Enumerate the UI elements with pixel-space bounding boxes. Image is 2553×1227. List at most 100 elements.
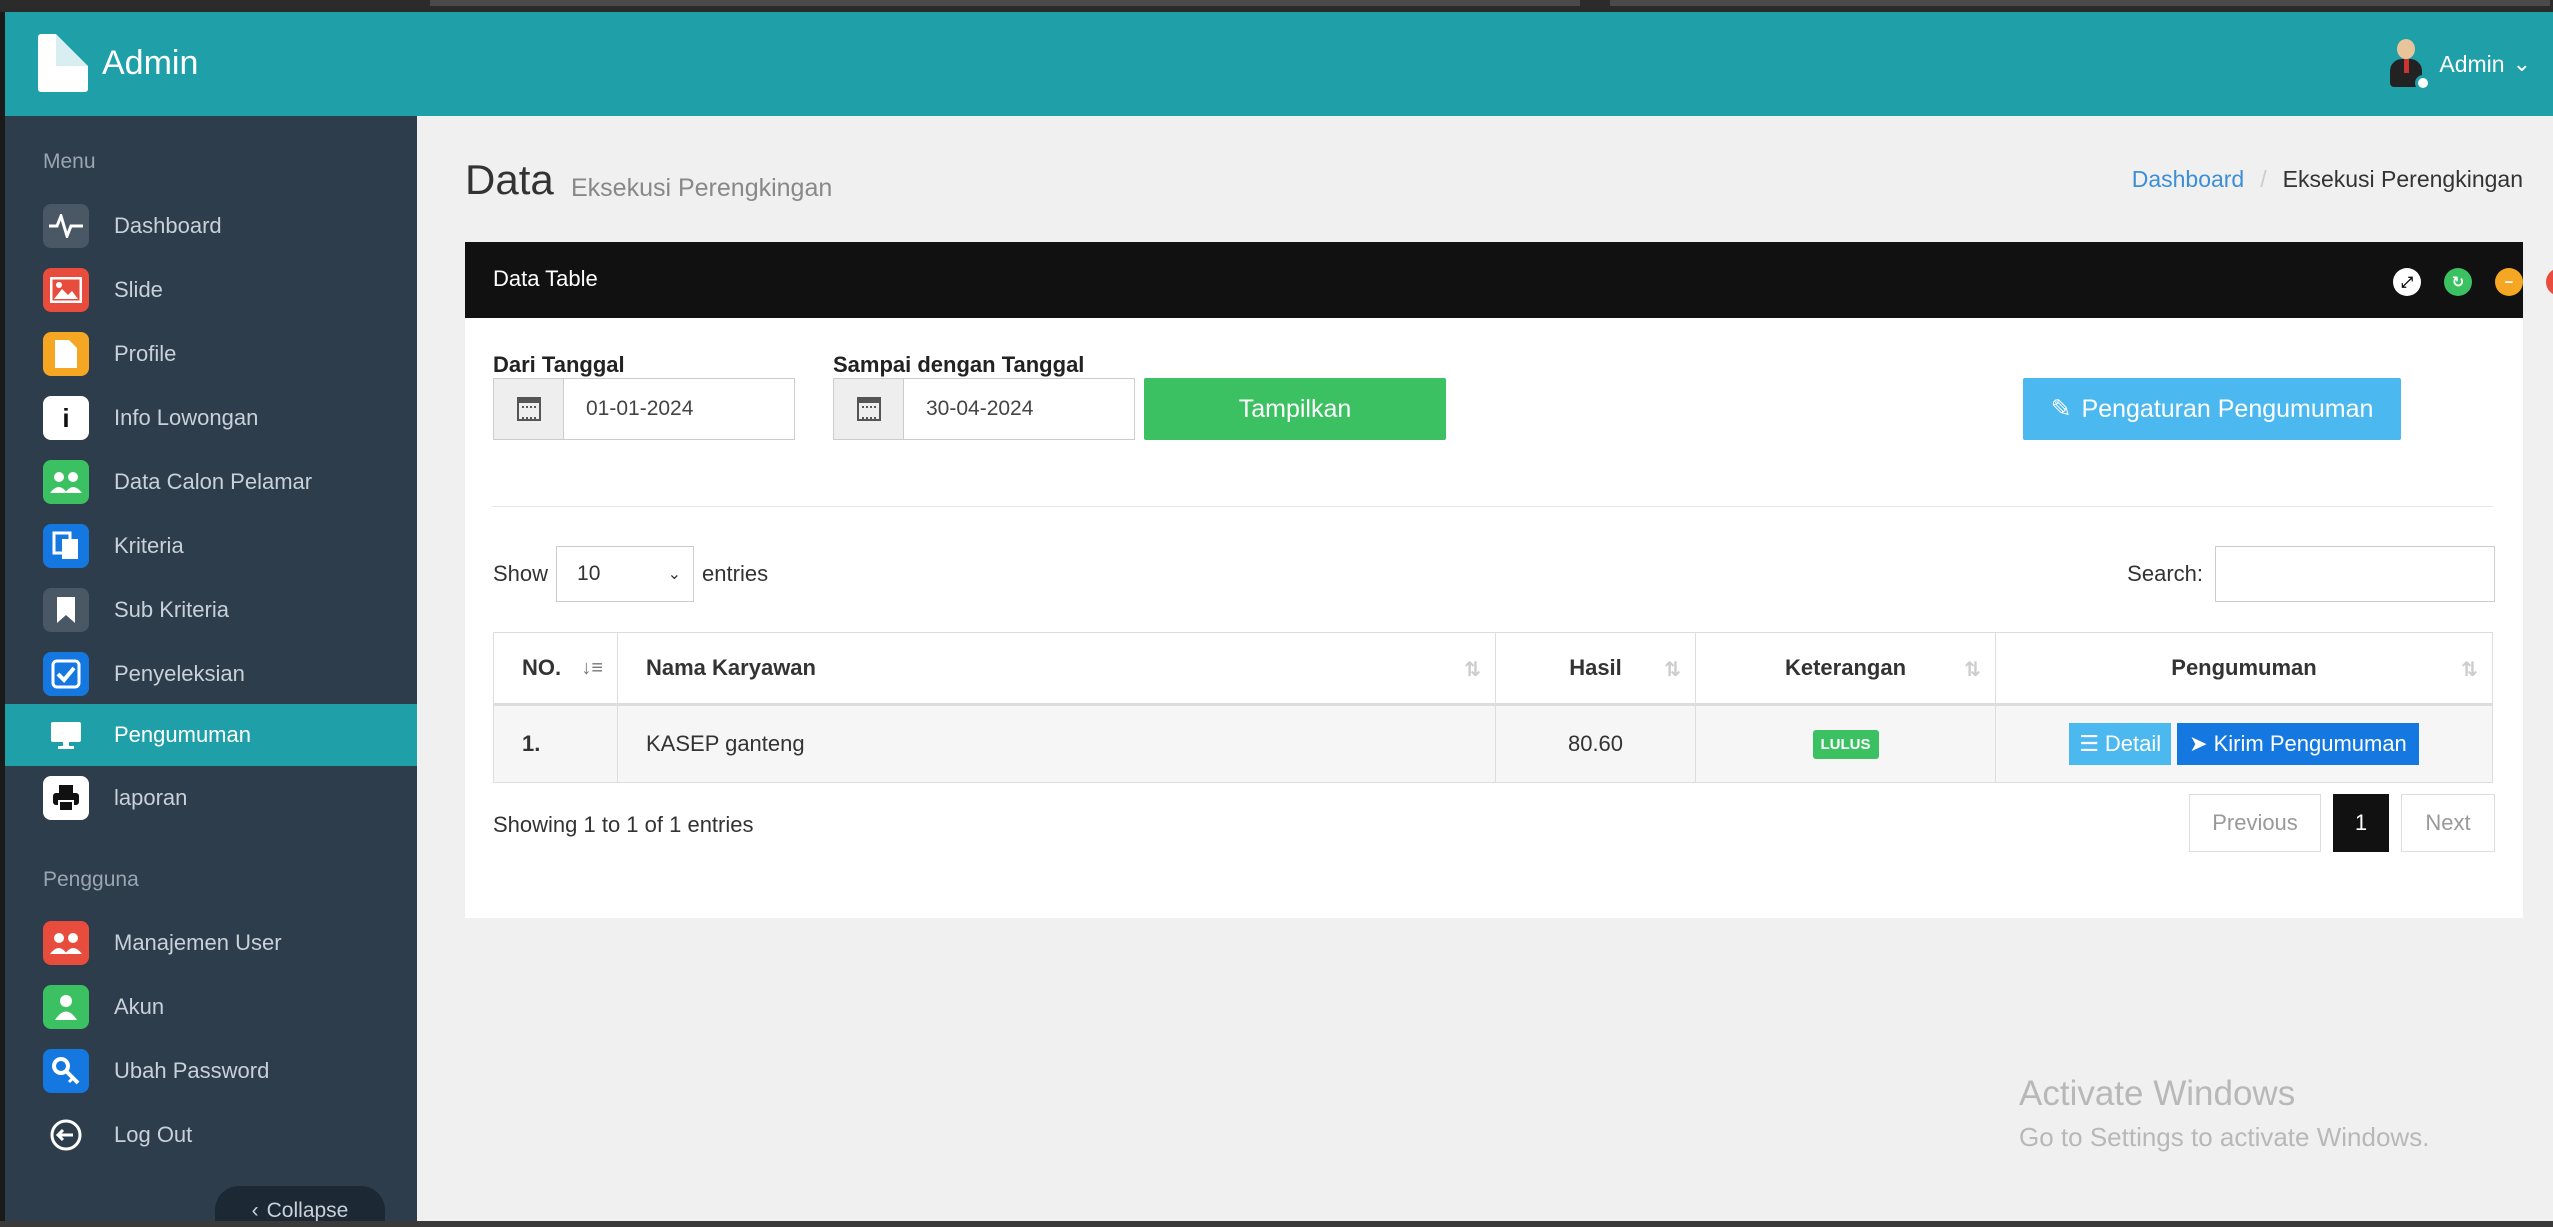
bottom-bar xyxy=(0,1221,2553,1227)
cell-keterangan: LULUS xyxy=(1695,704,1996,783)
chevron-down-icon: ⌄ xyxy=(2512,51,2531,76)
column-header-no[interactable]: NO. ↓≡ xyxy=(493,632,618,706)
logout-icon xyxy=(43,1113,89,1157)
sidebar-item-manajemen-user[interactable]: Manajemen User xyxy=(5,912,417,974)
reload-icon[interactable]: ↻ xyxy=(2444,268,2472,296)
sidebar-section-menu: Menu xyxy=(43,150,96,173)
pagination-next[interactable]: Next xyxy=(2401,794,2495,852)
search-label: Search: xyxy=(2127,561,2203,586)
data-table: NO. ↓≡ Nama Karyawan ⇅ Hasil ⇅ Keteranga… xyxy=(493,632,2493,783)
column-header-hasil[interactable]: Hasil ⇅ xyxy=(1495,632,1696,706)
tampilkan-button[interactable]: Tampilkan xyxy=(1144,378,1446,440)
panel-header: Data Table ⤢ ↻ − × xyxy=(465,242,2553,318)
brand[interactable]: Admin xyxy=(38,30,198,96)
to-date-group xyxy=(833,378,1135,440)
users-icon xyxy=(43,921,89,965)
to-date-input[interactable] xyxy=(903,378,1135,440)
pulse-icon xyxy=(43,204,89,248)
sidebar-item-profile[interactable]: Profile xyxy=(5,323,417,385)
breadcrumb-separator: / xyxy=(2260,166,2267,192)
sidebar-item-data-calon-pelamar[interactable]: Data Calon Pelamar xyxy=(5,451,417,513)
info-icon: i xyxy=(43,396,89,440)
sidebar-item-info-lowongan[interactable]: i Info Lowongan xyxy=(5,387,417,449)
user-name: Admin xyxy=(2439,50,2505,77)
column-header-nama[interactable]: Nama Karyawan ⇅ xyxy=(617,632,1496,706)
pagination-page-1[interactable]: 1 xyxy=(2333,794,2389,852)
key-icon xyxy=(43,1049,89,1093)
sidebar-item-dashboard[interactable]: Dashboard xyxy=(5,195,417,257)
entries-select-value: 10 xyxy=(577,562,601,585)
page-title: Data xyxy=(465,156,554,203)
sidebar-item-sub-kriteria[interactable]: Sub Kriteria xyxy=(5,579,417,641)
column-label: Pengumuman xyxy=(2171,655,2317,680)
entries-length: Show 10 ⌄ entries xyxy=(493,546,768,602)
sidebar-item-label: Slide xyxy=(114,277,163,302)
sidebar-item-label: Manajemen User xyxy=(114,930,282,955)
avatar xyxy=(2385,37,2432,91)
sidebar-section-pengguna: Pengguna xyxy=(43,868,139,891)
sidebar-item-log-out[interactable]: Log Out xyxy=(5,1104,417,1166)
sidebar-item-label: Data Calon Pelamar xyxy=(114,469,313,494)
calendar-icon xyxy=(833,378,903,440)
show-label: Show xyxy=(493,561,549,586)
table-row: 1. KASEP ganteng 80.60 LULUS ☰ Detail ➤ … xyxy=(493,704,2493,783)
cell-hasil: 80.60 xyxy=(1495,704,1696,783)
close-icon[interactable]: × xyxy=(2546,268,2553,296)
image-icon xyxy=(43,268,89,312)
calendar-icon xyxy=(493,378,563,440)
column-label: Keterangan xyxy=(1784,655,1907,680)
from-date-group xyxy=(493,378,795,440)
sidebar-item-penyeleksian[interactable]: Penyeleksian xyxy=(5,643,417,705)
search-input[interactable] xyxy=(2215,546,2495,602)
kirim-label: Kirim Pengumuman xyxy=(2213,731,2407,756)
pagination: Previous 1 Next xyxy=(2189,794,2495,852)
check-square-icon xyxy=(43,652,89,696)
breadcrumb-current: Eksekusi Perengkingan xyxy=(2282,166,2523,192)
column-label: Hasil xyxy=(1569,655,1622,680)
minimize-icon[interactable]: − xyxy=(2495,268,2523,296)
expand-icon[interactable]: ⤢ xyxy=(2393,268,2421,296)
sidebar-item-label: Ubah Password xyxy=(114,1058,270,1083)
sidebar-item-pengumuman[interactable]: Pengumuman xyxy=(5,704,417,766)
kirim-pengumuman-button[interactable]: ➤ Kirim Pengumuman xyxy=(2177,723,2419,765)
search-box: Search: xyxy=(2127,546,2495,602)
panel-title: Data Table xyxy=(493,266,598,291)
send-icon: ➤ xyxy=(2189,731,2208,756)
cell-no: 1. xyxy=(493,704,618,783)
entries-select[interactable]: 10 ⌄ xyxy=(556,546,695,602)
column-header-pengumuman[interactable]: Pengumuman ⇅ xyxy=(1995,632,2493,706)
collapse-label: Collapse xyxy=(266,1199,349,1222)
sidebar-item-ubah-password[interactable]: Ubah Password xyxy=(5,1040,417,1102)
sort-icon: ⇅ xyxy=(1464,659,1481,681)
sidebar-item-label: Pengumuman xyxy=(114,722,251,747)
from-date-input[interactable] xyxy=(563,378,795,440)
sort-icon: ⇅ xyxy=(1664,659,1681,681)
sidebar-item-laporan[interactable]: laporan xyxy=(5,767,417,829)
pagination-previous[interactable]: Previous xyxy=(2189,794,2321,852)
sidebar-item-label: Dashboard xyxy=(114,213,222,238)
file-icon xyxy=(43,332,89,376)
cell-pengumuman: ☰ Detail ➤ Kirim Pengumuman xyxy=(1995,704,2493,783)
taskbar-segment xyxy=(1610,0,2550,6)
detail-label: Detail xyxy=(2104,731,2162,756)
print-icon xyxy=(43,776,89,820)
sidebar-item-label: Kriteria xyxy=(114,533,184,558)
column-label: NO. xyxy=(522,655,562,680)
app-title: Admin xyxy=(102,43,199,82)
users-icon xyxy=(43,460,89,504)
breadcrumb-dashboard-link[interactable]: Dashboard xyxy=(2132,166,2245,193)
main-content: Data Eksekusi Perengkingan Dashboard / E… xyxy=(417,116,2553,1221)
watermark-subtitle: Go to Settings to activate Windows. xyxy=(2019,1122,2430,1152)
user-menu[interactable]: Admin ⌄ xyxy=(2385,34,2531,94)
page-subtitle: Eksekusi Perengkingan xyxy=(571,174,833,202)
sidebar-item-label: Akun xyxy=(114,994,165,1019)
pengaturan-pengumuman-button[interactable]: ✎ Pengaturan Pengumuman xyxy=(2023,378,2401,440)
detail-button[interactable]: ☰ Detail xyxy=(2069,723,2172,765)
column-header-keterangan[interactable]: Keterangan ⇅ xyxy=(1695,632,1996,706)
sidebar-item-slide[interactable]: Slide xyxy=(5,259,417,321)
sidebar-item-kriteria[interactable]: Kriteria xyxy=(5,515,417,577)
bookmark-icon xyxy=(43,588,89,632)
sidebar-item-label: Sub Kriteria xyxy=(114,597,229,622)
sidebar-item-akun[interactable]: Akun xyxy=(5,976,417,1038)
from-date-label: Dari Tanggal xyxy=(493,352,625,377)
